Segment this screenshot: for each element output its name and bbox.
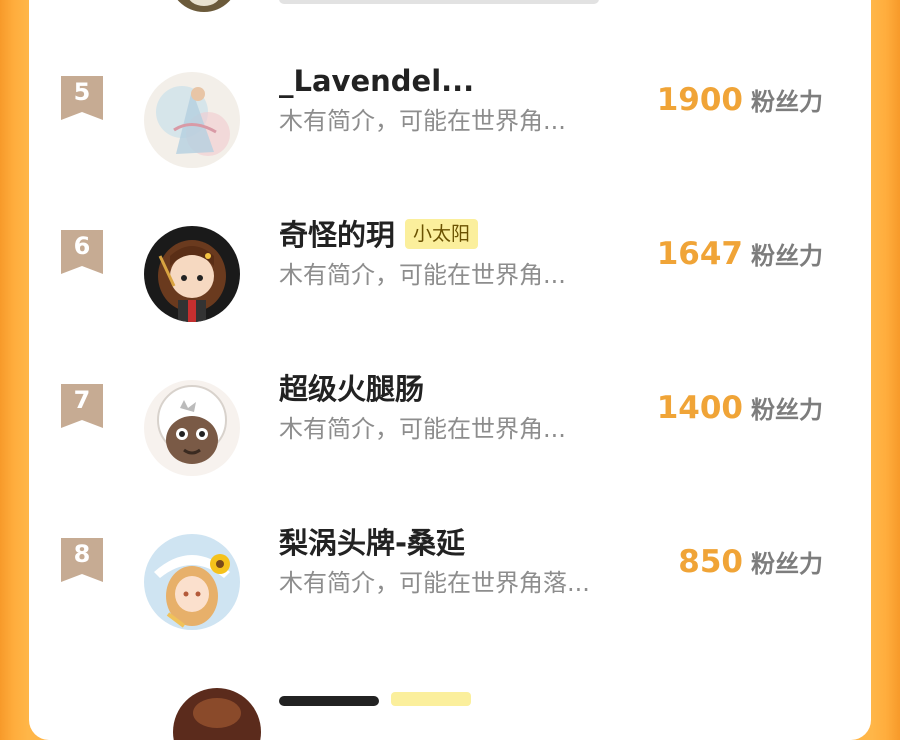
- partial-avatar-top: [169, 0, 239, 12]
- partial-name-bottom: [279, 696, 379, 706]
- rank-number: 7: [73, 386, 91, 414]
- fan-power-value: 1400: [656, 390, 743, 426]
- list-item[interactable]: 7 超级火腿肠 木有简介，可能在世界角... 1400 粉丝力: [29, 372, 871, 484]
- fan-power-value: 850: [678, 544, 743, 580]
- rank-number: 8: [73, 540, 91, 568]
- username[interactable]: _Lavendel...: [279, 64, 474, 98]
- watercolor-lady-avatar-icon: [144, 72, 240, 168]
- fan-power-unit: 粉丝力: [751, 396, 823, 424]
- user-tag: 小太阳: [405, 219, 479, 249]
- partial-avatar-bottom: [173, 688, 261, 740]
- avatar[interactable]: [144, 226, 240, 322]
- bio: 木有简介，可能在世界角落...: [279, 569, 590, 597]
- bio: 木有简介，可能在世界角...: [279, 261, 566, 289]
- rank-badge: 5: [59, 76, 105, 122]
- fan-power-value: 1900: [656, 82, 743, 118]
- rank-number: 6: [73, 232, 91, 260]
- list-item[interactable]: 5 _Lavendel... 木有简介，可能在世界角... 1900 粉丝力: [29, 64, 871, 176]
- fan-power-unit: 粉丝力: [751, 88, 823, 116]
- ranking-card: 5 _Lavendel... 木有简介，可能在世界角... 1900 粉丝力 6…: [29, 0, 871, 740]
- rank-badge: 7: [59, 384, 105, 430]
- avatar[interactable]: [144, 72, 240, 168]
- fan-power-unit: 粉丝力: [751, 550, 823, 578]
- username[interactable]: 奇怪的玥 小太阳: [279, 218, 479, 252]
- fan-power-unit: 粉丝力: [751, 242, 823, 270]
- username[interactable]: 梨涡头牌-桑延: [279, 526, 465, 560]
- avatar[interactable]: [144, 380, 240, 476]
- sheep-avatar-icon: [144, 380, 240, 476]
- fan-power-value: 1647: [656, 236, 743, 272]
- wizard-girl-avatar-icon: [144, 226, 240, 322]
- fan-power: 1647 粉丝力: [657, 236, 823, 277]
- partial-tag-bottom: [391, 692, 471, 706]
- bio: 木有简介，可能在世界角...: [279, 415, 566, 443]
- username[interactable]: 超级火腿肠: [279, 372, 424, 406]
- rank-badge: 6: [59, 230, 105, 276]
- avatar[interactable]: [144, 534, 240, 630]
- list-item[interactable]: 6 奇怪的玥 小太阳 木有简介，可能在世界角... 1647 粉丝力: [29, 218, 871, 330]
- sunflower-girl-avatar-icon: [144, 534, 240, 630]
- bio: 木有简介，可能在世界角...: [279, 107, 566, 135]
- rank-number: 5: [73, 78, 91, 106]
- fan-power: 1900 粉丝力: [657, 82, 823, 123]
- fan-power: 850 粉丝力: [678, 544, 823, 585]
- rank-badge: 8: [59, 538, 105, 584]
- list-item[interactable]: 8 梨涡头牌-桑延 木有简介，可能在世界角落... 850 粉丝力: [29, 526, 871, 638]
- fan-power: 1400 粉丝力: [657, 390, 823, 431]
- partial-text-top: [279, 0, 599, 4]
